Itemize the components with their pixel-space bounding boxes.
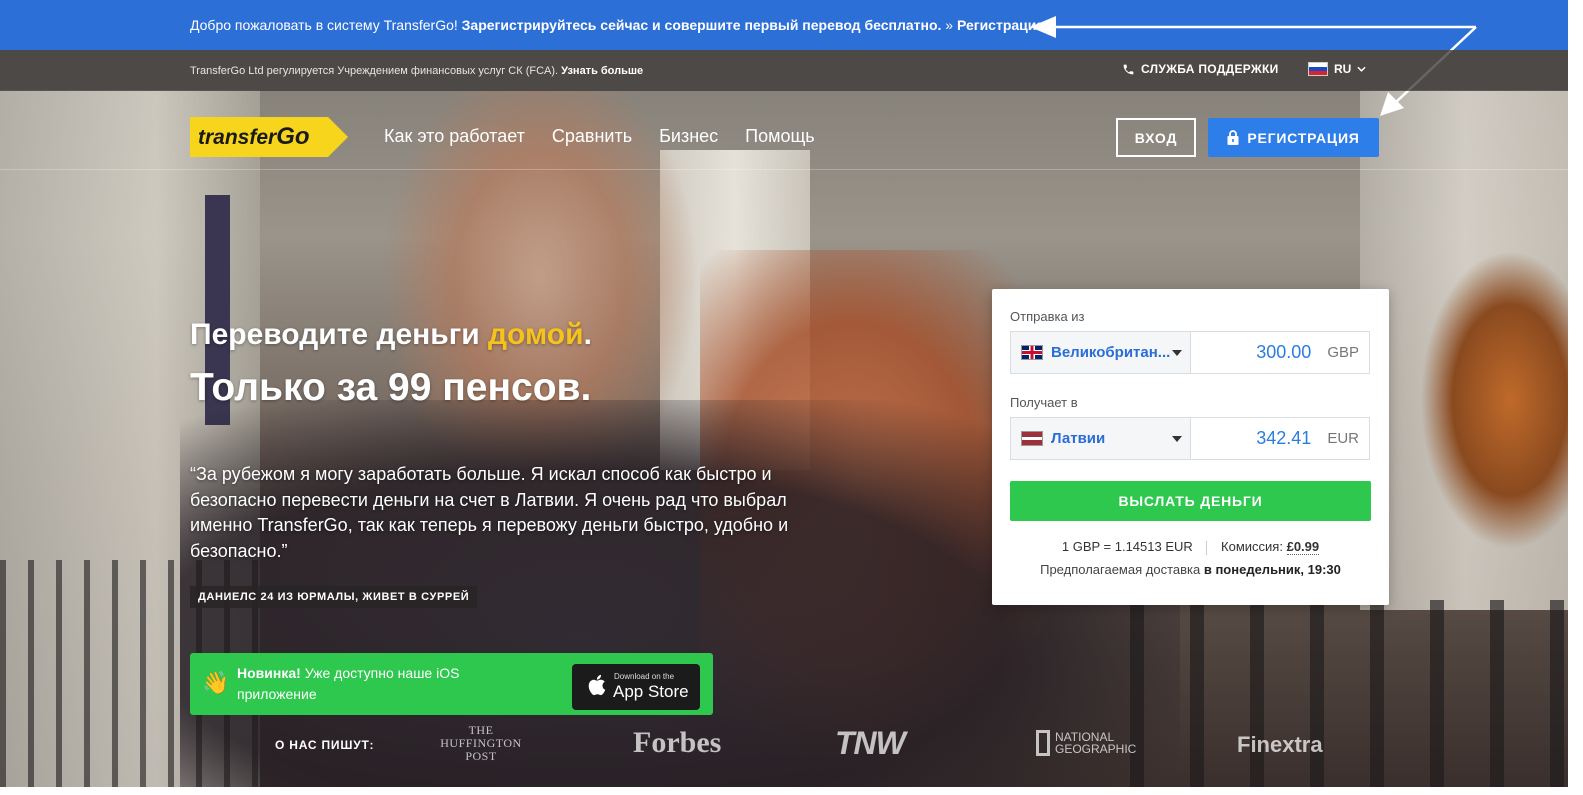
ios-new-label: Новинка! [237,665,301,681]
logo-text-go: Go [276,123,309,150]
login-button[interactable]: ВХОД [1116,118,1196,157]
from-country-select[interactable]: Великобритан... [1011,332,1191,373]
app-store-big-text: App Store [613,682,689,701]
from-country-name: Великобритан... [1051,344,1171,361]
banner-cta-text: Зарегистрируйтесь сейчас и совершите пер… [461,17,942,33]
flag-ru-icon [1308,62,1328,76]
flag-lv-icon [1021,431,1043,446]
transfergo-logo[interactable]: transferGo [190,117,348,157]
huffington-line-3: POST [465,749,497,763]
natgeo-frame-icon [1036,730,1050,756]
press-label: О НАС ПИШУТ: [275,738,375,752]
caret-down-icon [1172,350,1182,356]
transfer-calculator: Отправка из Великобритан... 300.00 GBP П… [992,289,1389,605]
finextra-logo: Finextra [1237,732,1323,757]
from-label: Отправка из [1010,309,1085,324]
testimonial-quote: “За рубежом я могу заработать больше. Я … [190,464,789,561]
receive-amount-input[interactable]: 342.41 EUR [1191,418,1369,459]
receive-amount-value: 342.41 [1256,428,1312,448]
delivery-label: Предполагаемая доставка [1040,562,1201,577]
headline-start: Переводите деньги [190,318,480,351]
waving-hand-icon: 👋 [202,670,230,695]
headline-end: . [583,318,592,351]
to-country-select[interactable]: Латвии [1011,418,1191,459]
natgeo-line-2: GEOGRAPHIC [1055,742,1137,756]
nav-item-business[interactable]: Бизнес [659,126,718,147]
huffington-post-logo: THE HUFFINGTON POST [431,724,531,763]
nav-item-how-it-works[interactable]: Как это работает [384,126,525,147]
delivery-estimate: Предполагаемая доставка в понедельник, 1… [992,562,1389,577]
headline-accent: домой [488,318,584,351]
logo-text-transfer: transfer [198,126,278,149]
banner-separator: » [945,17,954,33]
send-amount-input[interactable]: 300.00 GBP [1191,332,1369,373]
to-label: Получает в [1010,395,1078,410]
testimonial-author: ДАНИЕЛС 24 ИЗ ЮРМАЛЫ, ЖИВЕТ В СУРРЕЙ [190,586,478,608]
support-label: СЛУЖБА ПОДДЕРЖКИ [1141,62,1279,76]
fca-text: TransferGo Ltd регулируется Учреждением … [190,64,559,77]
phone-icon [1123,64,1134,74]
register-button-label: РЕГИСТРАЦИЯ [1247,129,1360,146]
svg-text:transferGo: transferGo [198,123,310,150]
national-geographic-logo: NATIONAL GEOGRAPHIC [1036,730,1136,756]
flag-uk-icon [1021,345,1043,360]
support-link[interactable]: СЛУЖБА ПОДДЕРЖКИ [1122,62,1279,76]
language-selector[interactable]: RU [1308,62,1366,76]
send-amount-value: 300.00 [1256,342,1312,362]
app-store-button[interactable]: Download on the App Store [572,664,700,710]
from-row: Великобритан... 300.00 GBP [1010,331,1370,374]
fee-label: Комиссия: [1221,539,1283,554]
register-button[interactable]: РЕГИСТРАЦИЯ [1208,118,1379,157]
divider [1206,540,1208,555]
exchange-rate: 1 GBP = 1.14513 EUR [1061,539,1193,554]
tnw-logo: TNW [835,725,906,761]
nav-item-help[interactable]: Помощь [745,126,815,147]
hero-subheadline: Только за 99 пенсов. [190,366,592,409]
lock-icon [1227,130,1239,145]
banner-register-link[interactable]: Регистрация [957,17,1045,33]
send-money-button[interactable]: ВЫСЛАТЬ ДЕНЬГИ [1010,481,1371,521]
send-currency: GBP [1327,344,1359,361]
nav-menu: Как это работает Сравнить Бизнес Помощь [384,126,815,147]
receive-currency: EUR [1327,430,1359,447]
fca-learn-more-link[interactable]: Узнать больше [561,65,643,77]
app-store-small-text: Download on the [614,672,675,681]
hero-headline: Переводите деньги домой. [190,318,592,352]
banner-welcome-text: Добро пожаловать в систему TransferGo! [190,17,458,33]
fee-value[interactable]: £0.99 [1286,539,1320,555]
chevron-down-icon [1357,66,1366,72]
language-code: RU [1334,62,1352,76]
caret-down-icon [1172,436,1182,442]
nav-item-compare[interactable]: Сравнить [552,126,632,147]
forbes-logo: Forbes [633,726,722,759]
page: Добро пожаловать в систему TransferGo! З… [0,0,1568,787]
delivery-value: в понедельник, 19:30 [1203,562,1341,577]
to-row: Латвии 342.41 EUR [1010,417,1370,460]
apple-icon [588,674,606,696]
to-country-name: Латвии [1051,430,1106,447]
welcome-banner: Добро пожаловать в систему TransferGo! З… [0,0,1568,50]
exchange-rate-line: 1 GBP = 1.14513 EUR Комиссия: £0.99 [992,539,1389,555]
